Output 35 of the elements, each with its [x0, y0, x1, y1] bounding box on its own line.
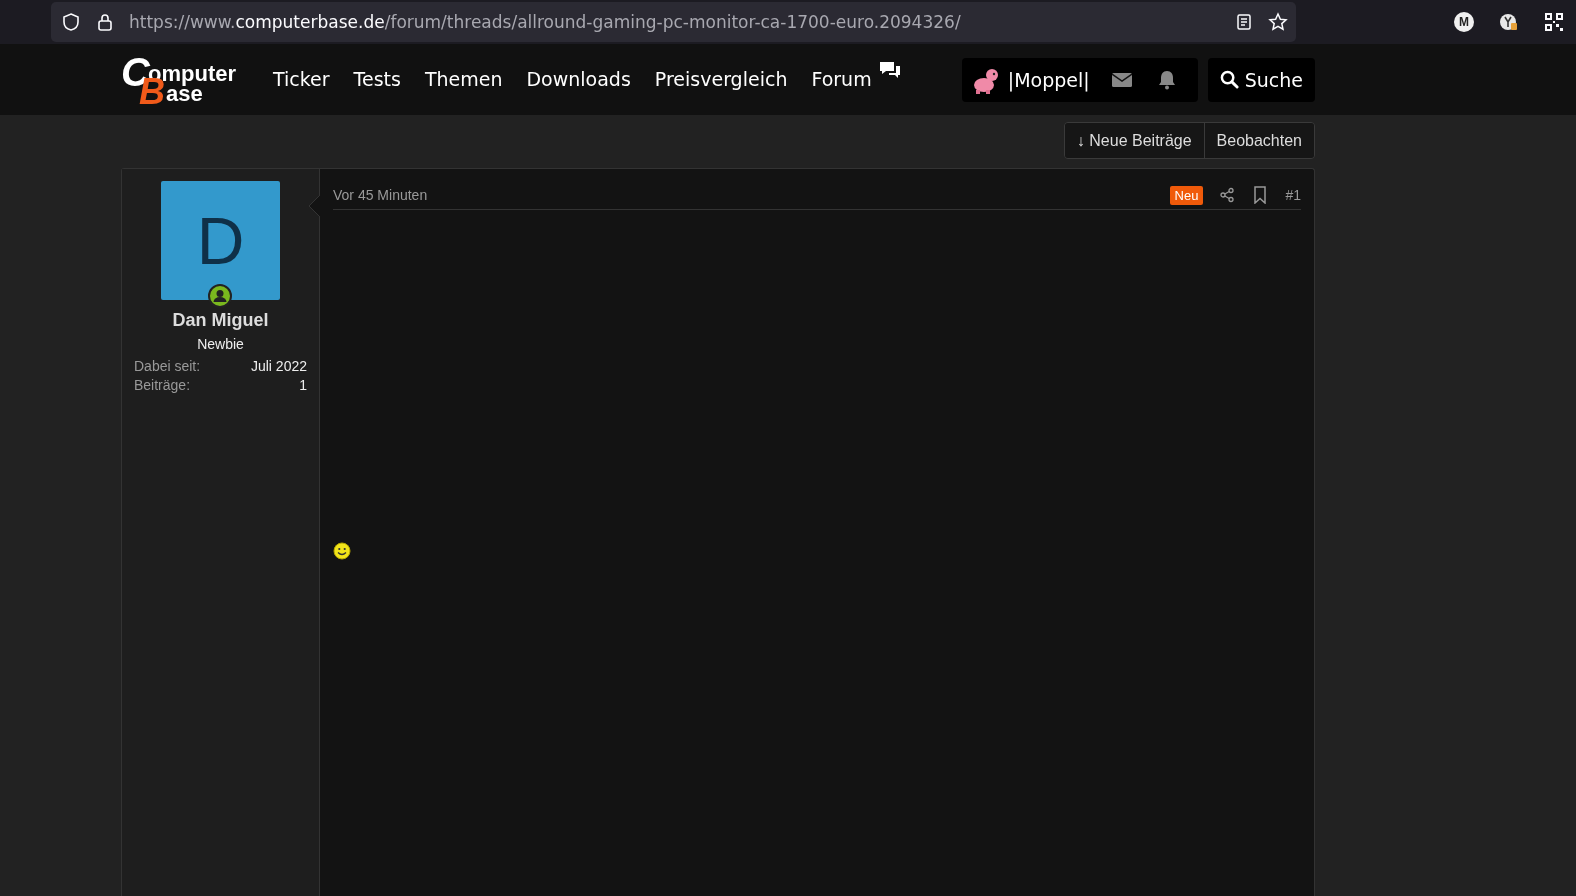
qr-code-icon[interactable]	[1544, 12, 1564, 32]
bookmark-icon[interactable]	[1253, 186, 1268, 204]
chat-bubbles-icon	[877, 59, 902, 80]
author-title: Newbie	[197, 336, 244, 352]
share-icon[interactable]	[1219, 187, 1236, 203]
search-icon	[1219, 70, 1239, 89]
stat-label: Beiträge:	[134, 377, 191, 393]
star-icon[interactable]	[1268, 12, 1288, 32]
avatar[interactable]: D	[161, 181, 280, 300]
url-text: https://www.computerbase.de/forum/threads/allround-gaming-pc-monitor-ca-1700-euro.2094326/	[129, 12, 962, 32]
new-badge: Neu	[1169, 185, 1204, 205]
envelope-icon[interactable]	[1111, 71, 1132, 88]
stat-value: 1	[299, 377, 307, 393]
smiley-icon	[333, 542, 351, 560]
post-time[interactable]: Vor 45 Minuten	[333, 187, 1170, 203]
nav-link[interactable]: Tests	[353, 63, 401, 96]
nav-link[interactable]: Themen	[424, 63, 503, 96]
search-button[interactable]: Suche	[1207, 57, 1315, 102]
nav-link[interactable]: Downloads	[526, 63, 631, 96]
nav-link[interactable]: Forum	[811, 63, 872, 96]
post-number[interactable]: #1	[1285, 187, 1301, 203]
address-bar[interactable]: https://www.computerbase.de/forum/threads/allround-gaming-pc-monitor-ca-1700-euro.2094326/	[51, 2, 1296, 42]
reader-view-icon[interactable]	[1234, 12, 1254, 32]
stat-label: Dabei seit:	[134, 358, 201, 374]
shield-icon[interactable]	[61, 12, 81, 32]
author-name[interactable]: Dan Miguel	[172, 310, 269, 331]
thread-action-button[interactable]: Beobachten	[1203, 123, 1314, 158]
nav-link[interactable]: Preisvergleich	[654, 63, 788, 96]
nav-link[interactable]: Ticker	[273, 63, 330, 96]
thread-action-button[interactable]: ↓ Neue Beiträge	[1064, 123, 1204, 158]
lock-icon[interactable]	[95, 12, 115, 32]
profile-button[interactable]: M	[1454, 12, 1474, 32]
extension-icon[interactable]	[1499, 12, 1519, 32]
bell-icon[interactable]	[1157, 69, 1176, 90]
stat-value: Juli 2022	[250, 358, 307, 374]
